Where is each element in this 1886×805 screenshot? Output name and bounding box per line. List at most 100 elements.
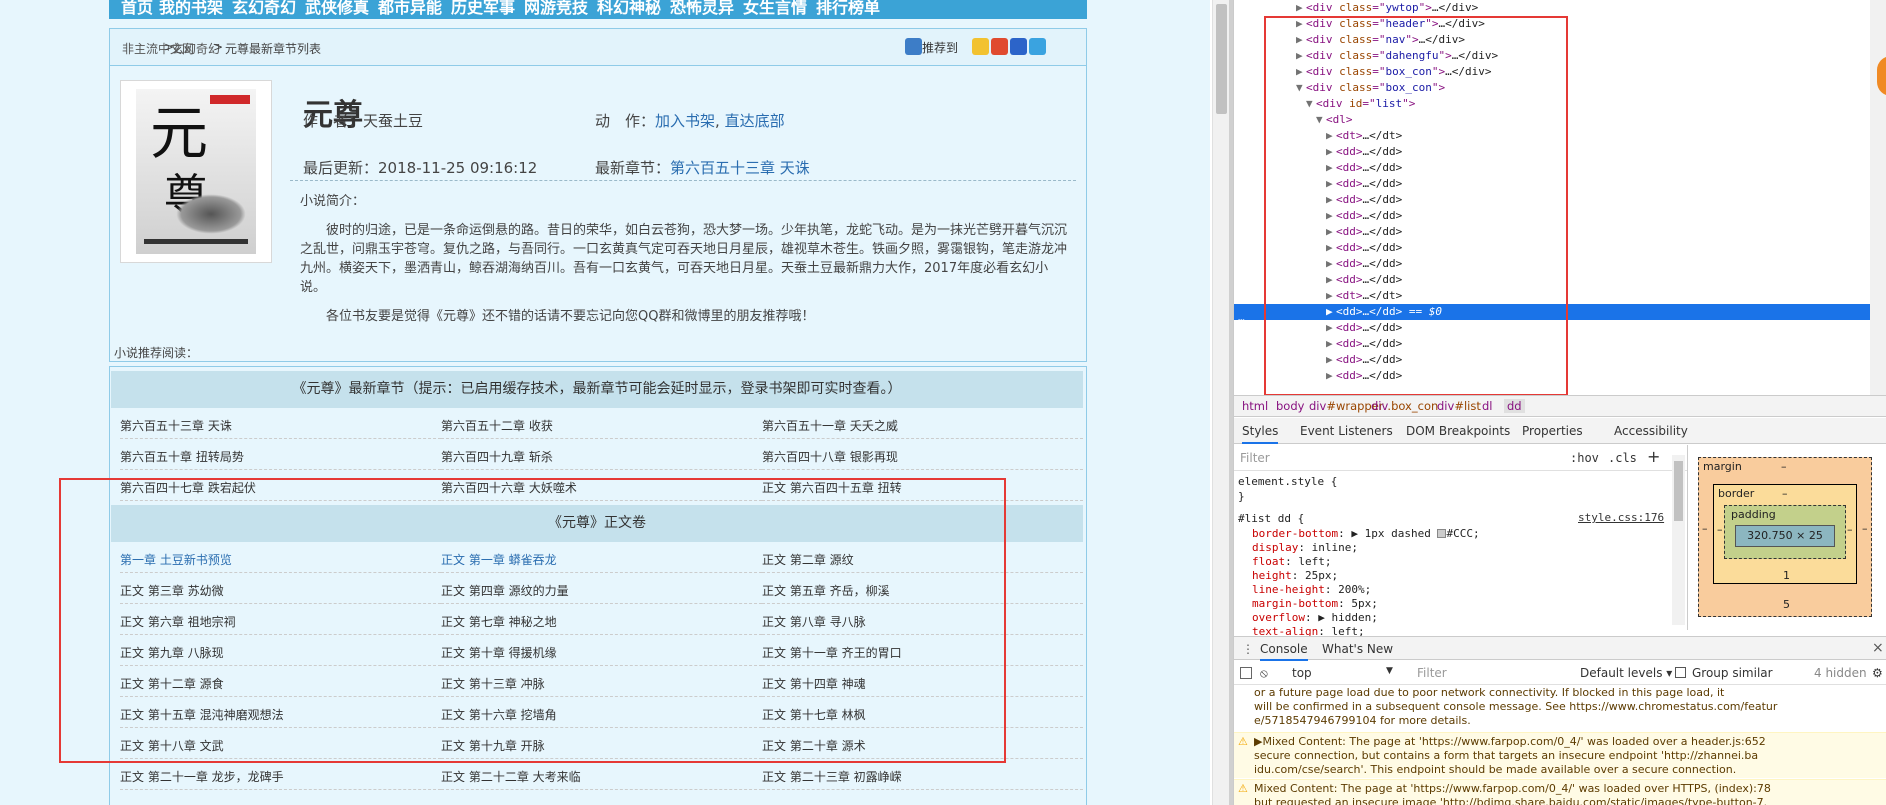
css-property[interactable]: height: 25px; (1252, 568, 1338, 583)
nav-item[interactable]: 网游竞技 (524, 0, 588, 18)
cover-title-glyph: 元 (150, 99, 209, 167)
styles-filter-input[interactable]: Filter (1240, 451, 1270, 465)
margin-left-value: – (1702, 522, 1708, 535)
console-line: or a future page load due to poor networ… (1254, 686, 1725, 699)
cover-publisher-logo (210, 95, 250, 104)
gear-icon[interactable]: ⚙ (1872, 666, 1883, 680)
css-property[interactable]: overflow: ▶ hidden; (1252, 610, 1378, 625)
console-filter-input[interactable]: Filter (1417, 666, 1447, 680)
tag-name: div (1312, 1, 1333, 14)
console-line: but requested an insecure image 'http://… (1254, 796, 1768, 805)
latest-chapters-heading: 《元尊》最新章节（提示：已启用缓存技术，最新章节可能会延时显示，登录书架即可实时… (111, 371, 1083, 408)
nav-item[interactable]: 女生言情 (743, 0, 807, 18)
expand-triangle-icon[interactable]: ▶ (1296, 0, 1306, 16)
nav-item[interactable]: 我的书架 (159, 0, 223, 18)
console-line: idu.com/cse/search'. This endpoint shoul… (1254, 763, 1737, 776)
rule-source-link[interactable]: style.css:176 (1578, 511, 1664, 524)
css-property[interactable]: border-bottom: ▶ 1px dashed #CCC; (1252, 526, 1480, 541)
property-name: line-height (1252, 583, 1325, 596)
console-line: secure connection, but contains a form t… (1254, 749, 1759, 762)
nav-item[interactable]: 历史军事 (451, 0, 515, 18)
property-value: ▶ 1px dashed (1351, 527, 1431, 540)
scrollbar-thumb[interactable] (1674, 461, 1683, 521)
property-value: ▶ hidden; (1318, 611, 1378, 624)
breadcrumb-current: 元尊最新章节列表 (225, 42, 322, 56)
hover-state-toggle[interactable]: :hov (1570, 451, 1599, 465)
border-bottom-value: 1 (1783, 569, 1790, 582)
dom-node[interactable]: ▶ <div class="ywtop">…</div> (1234, 0, 1886, 16)
styles-subtab[interactable]: Properties (1522, 424, 1583, 438)
css-property[interactable]: display: inline; (1252, 540, 1358, 555)
css-property[interactable]: margin-bottom: 5px; (1252, 596, 1378, 611)
border-label: border (1718, 487, 1755, 500)
dom-breadcrumb-item[interactable]: body (1276, 399, 1304, 413)
property-name: height (1252, 569, 1292, 582)
close-icon[interactable]: × (1872, 640, 1884, 656)
go-to-bottom-link[interactable]: 直达底部 (725, 112, 785, 130)
updated-label: 最后更新： (303, 159, 379, 177)
qzone-share-icon[interactable] (972, 38, 989, 55)
dom-breadcrumb-item[interactable]: dl (1482, 399, 1493, 413)
scrollbar-thumb[interactable] (1216, 4, 1227, 114)
baidu-share-icon[interactable] (1010, 38, 1027, 55)
new-rule-button[interactable]: + (1647, 447, 1660, 466)
latest-chapter-link[interactable]: 第六百五十三章 天诛 (670, 159, 810, 177)
sidebar-toggle-icon[interactable] (1240, 667, 1252, 679)
nav-item[interactable]: 武侠修真 (305, 0, 369, 18)
chapter-link[interactable]: 第六百五十三章 天诛 (120, 414, 441, 439)
chapter-link[interactable]: 第六百四十八章 银影再现 (762, 445, 1083, 470)
drawer-menu-icon[interactable]: ⋮ (1242, 642, 1254, 656)
tab-whats-new[interactable]: What's New (1322, 642, 1393, 656)
css-property[interactable]: float: left; (1252, 554, 1332, 569)
group-similar-checkbox[interactable] (1675, 667, 1686, 678)
updated-value: 2018-11-25 09:16:12 (378, 159, 538, 177)
dom-breadcrumb-item[interactable]: html (1242, 399, 1268, 413)
chevron-down-icon[interactable]: ▼ (1386, 666, 1393, 676)
devtools-panel: ▶ <div class="ywtop">…</div> ▶ <div class="… (1233, 0, 1886, 805)
styles-subtab[interactable]: Accessibility (1614, 424, 1688, 438)
nav-item[interactable]: 首页 (121, 0, 153, 18)
log-levels-select[interactable]: Default levels ▾ (1580, 666, 1672, 680)
chapter-link[interactable]: 第六百五十一章 夭夭之威 (762, 414, 1083, 439)
context-select[interactable]: top (1292, 666, 1312, 680)
chapter-link[interactable]: 正文 第二十二章 大考来临 (441, 765, 762, 790)
margin-right-value: – (1862, 522, 1868, 535)
styles-subtab[interactable]: DOM Breakpoints (1406, 424, 1510, 438)
nav-item[interactable]: 都市异能 (378, 0, 442, 18)
nav-item[interactable]: 玄幻奇幻 (232, 0, 296, 18)
nav-item[interactable]: 排行榜单 (816, 0, 880, 18)
highlight-annotation (1264, 16, 1568, 396)
page-scrollbar[interactable] (1212, 0, 1229, 805)
property-name: float (1252, 555, 1286, 568)
add-to-bookshelf-link[interactable]: 加入书架 (655, 112, 715, 130)
class-toggle[interactable]: .cls (1608, 451, 1637, 465)
dom-breadcrumb-item[interactable]: dd (1504, 399, 1525, 413)
selected-node-dots[interactable]: … (1238, 311, 1245, 324)
box-model-margin: margin – – – 5 border – – – 1 padding 32… (1698, 457, 1872, 617)
nav-item[interactable]: 恐怖灵异 (670, 0, 734, 18)
chapter-link[interactable]: 正文 第二十一章 龙步，龙碑手 (120, 765, 441, 790)
share-plus-icon[interactable] (905, 38, 922, 55)
clear-console-icon[interactable]: ⦸ (1260, 666, 1268, 681)
box-model-content-size[interactable]: 320.750 × 25 (1735, 525, 1835, 547)
css-property[interactable]: line-height: 200%; (1252, 582, 1371, 597)
chapter-link[interactable]: 正文 第二十三章 初露峥嵘 (762, 765, 1083, 790)
styles-subtab[interactable]: Styles (1242, 424, 1279, 444)
element-style-selector[interactable]: element.style { (1238, 474, 1337, 489)
rule-selector[interactable]: #list dd { (1238, 511, 1304, 526)
latest-chapter-row: 最新章节：第六百五十三章 天诛 (595, 157, 810, 178)
chapter-link[interactable]: 第六百四十九章 斩杀 (441, 445, 762, 470)
weibo-share-icon[interactable] (991, 38, 1008, 55)
drawer-tab-bar: ⋮ Console What's New × (1234, 636, 1886, 661)
dom-breadcrumb-item[interactable]: div.box_con (1371, 399, 1438, 413)
property-value: left; (1298, 555, 1332, 568)
chapter-link[interactable]: 第六百五十章 扭转局势 (120, 445, 441, 470)
styles-tab-bar: Styles Event Listeners DOM Breakpoints Prop… (1234, 418, 1886, 444)
chapter-link[interactable]: 第六百五十二章 收获 (441, 414, 762, 439)
tab-console[interactable]: Console (1260, 642, 1308, 661)
styles-scrollbar[interactable] (1672, 455, 1685, 625)
styles-subtab[interactable]: Event Listeners (1300, 424, 1393, 438)
nav-item[interactable]: 科幻神秘 (597, 0, 661, 18)
tencent-share-icon[interactable] (1029, 38, 1046, 55)
dom-breadcrumb-item[interactable]: div#list (1437, 399, 1481, 413)
